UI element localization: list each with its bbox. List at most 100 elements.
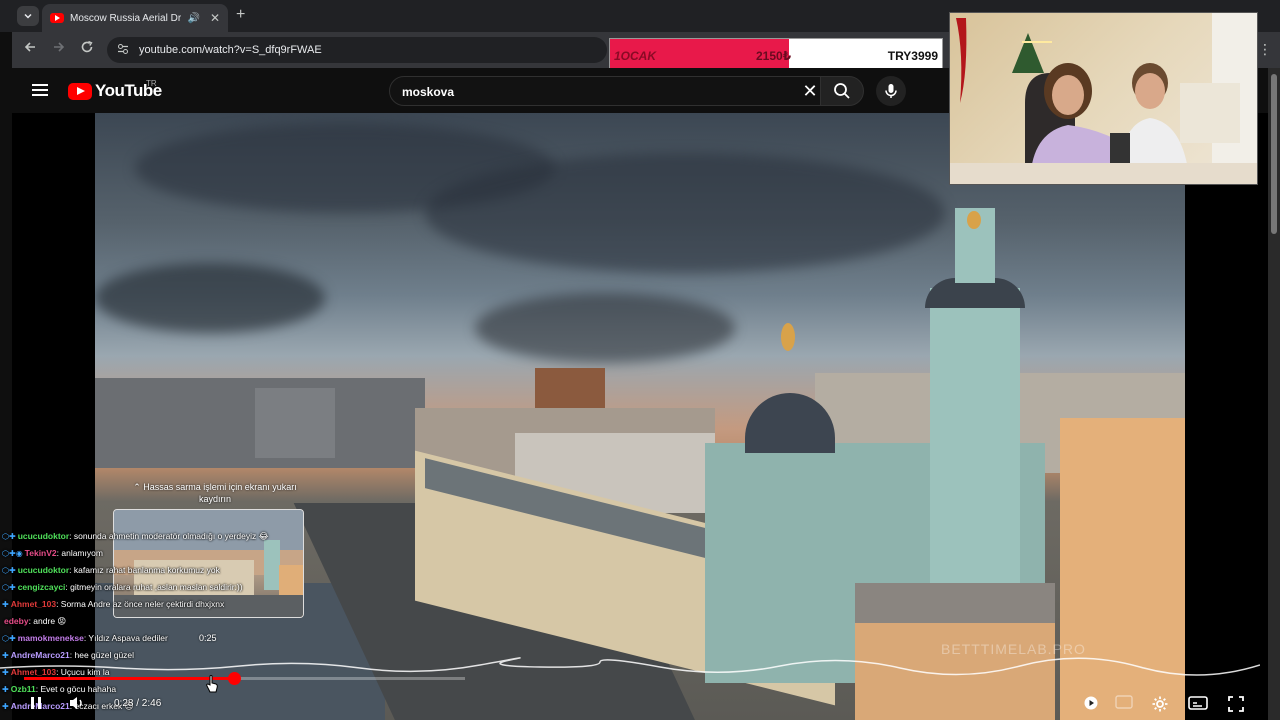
theater-icon <box>1188 696 1208 710</box>
site-info-icon[interactable] <box>117 43 129 58</box>
back-button[interactable] <box>20 40 40 57</box>
chat-text: : andre 😡 <box>28 616 67 626</box>
progress-played <box>24 677 235 680</box>
forward-button[interactable] <box>49 40 69 57</box>
search-query: moskova <box>402 85 455 99</box>
chat-username[interactable]: Ozb11 <box>11 684 36 694</box>
progress-bar[interactable] <box>24 677 465 680</box>
chat-message: ⬡✚ cengizcayci: gitmeyin oralara ruhat ,a… <box>2 582 243 592</box>
chat-badge-icon: ⬡✚ <box>2 532 16 541</box>
cloud-shape <box>475 293 735 363</box>
address-bar[interactable]: youtube.com/watch?v=S_dfq9rFWAE <box>107 37 607 63</box>
search-button[interactable] <box>820 76 864 106</box>
browser-menu-icon[interactable]: ⋮ <box>1258 41 1272 58</box>
webcam-scene <box>950 13 1257 184</box>
golden-cupola <box>967 211 981 229</box>
chat-username[interactable]: ucucudoktor <box>18 531 69 541</box>
speaker-icon[interactable]: 🔊 <box>187 13 199 24</box>
chat-username[interactable]: mamokmenekse <box>18 633 84 643</box>
search-icon <box>834 83 850 99</box>
donation-current-amount: 2150₺ <box>756 49 792 63</box>
chat-username[interactable]: Ahmet_103 <box>11 599 56 609</box>
time-display: 0:28 / 2:46 <box>114 698 162 709</box>
audio-waveform <box>0 657 1260 676</box>
video-frame: BETTTIMELAB.PRO <box>95 113 1185 720</box>
chevron-up-icon: ⌃ <box>133 482 144 492</box>
corner-roof <box>855 583 1055 623</box>
chat-badge-icon: ⬡✚ <box>2 566 16 575</box>
settings-button[interactable] <box>1151 695 1169 718</box>
donation-goal-label: 1OCAK <box>614 49 657 63</box>
browser-tab-active[interactable]: Moscow Russia Aerial Drone 🔊 ✕ <box>42 4 228 32</box>
fullscreen-button[interactable] <box>1227 695 1245 718</box>
chevron-down-icon <box>24 13 32 19</box>
url-text: youtube.com/watch?v=S_dfq9rFWAE <box>139 44 322 56</box>
chat-username[interactable]: edeby <box>4 616 29 626</box>
tab-close-icon[interactable]: ✕ <box>210 11 220 25</box>
youtube-favicon-icon <box>50 13 64 23</box>
chat-message: edeby: andre 😡 <box>2 616 66 627</box>
chat-text: : kafamız rahat banlanma korkumuz yok <box>69 565 220 575</box>
mic-icon <box>885 84 897 98</box>
search-input[interactable]: moskova ✕ <box>389 76 823 106</box>
volume-icon <box>70 697 82 709</box>
new-tab-button[interactable]: + <box>236 6 245 24</box>
chat-message: ✚ Ahmet_103: Sorma Andre az önce neler çe… <box>2 599 224 609</box>
golden-cupola <box>781 323 795 351</box>
pause-button[interactable] <box>29 695 43 716</box>
chat-message: ✚ Ozb11: Evet o göcu hahaha <box>2 684 116 694</box>
chat-text: : Evet o göcu hahaha <box>35 684 117 694</box>
cloud-shape <box>95 263 325 333</box>
play-icon <box>1084 696 1098 710</box>
preview-hint-text: Hassas sarma işlemi için ekranı yukarı k… <box>143 482 297 504</box>
chat-badge-icon: ✚ <box>2 600 9 609</box>
donation-goal-bar: 1OCAK 2150₺ TRY3999 <box>609 38 943 72</box>
theater-button[interactable] <box>1188 695 1208 716</box>
clear-search-icon[interactable]: ✕ <box>798 81 822 102</box>
subtitles-button[interactable] <box>1115 695 1133 714</box>
chat-message: ⬡✚◉ TekinV2: anlamıyom <box>2 548 103 558</box>
arrow-left-icon <box>24 42 35 52</box>
arrow-right-icon <box>54 42 65 52</box>
chat-badge-icon: ✚ <box>2 685 9 694</box>
volume-button[interactable] <box>68 695 86 716</box>
chat-text: : Sorma Andre az önce neler çektirdi dhx… <box>56 599 225 609</box>
chat-text: : sonunda ahmetin moderatör olmadığı o y… <box>69 531 269 541</box>
chat-text: : gitmeyin oralara ruhat ,aslan maslan s… <box>65 582 243 592</box>
chat-username[interactable]: ucucudoktor <box>18 565 69 575</box>
chat-badge-icon: ⬡✚◉ <box>2 549 23 558</box>
page-scrollbar[interactable] <box>1268 68 1280 720</box>
chat-text: : anlamıyom <box>56 548 103 558</box>
chat-message: ⬡✚ ucucudoktor: kafamız rahat banlanma ko… <box>2 565 220 575</box>
pause-icon <box>31 697 41 709</box>
chat-message: ⬡✚ ucucudoktor: sonunda ahmetin moderatör… <box>2 531 269 542</box>
reload-button[interactable] <box>77 40 97 57</box>
region-code: TR <box>146 79 157 88</box>
chat-badge-icon: ⬡✚ <box>2 583 16 592</box>
chat-text: : Yıldız Aspava dediler <box>83 633 168 643</box>
bell-tower <box>930 288 1020 608</box>
gear-icon <box>1152 696 1168 712</box>
menu-icon[interactable] <box>32 84 48 96</box>
mouse-cursor <box>205 674 219 699</box>
chat-message: ⬡✚ mamokmenekse: Yıldız Aspava dediler <box>2 633 168 643</box>
cloud-shape <box>425 153 945 273</box>
distant-building <box>255 388 335 458</box>
hover-timestamp: 0:25 <box>199 633 217 643</box>
chat-username[interactable]: cengizcayci <box>18 582 66 592</box>
reload-icon <box>81 40 93 53</box>
tab-list-button[interactable] <box>17 6 39 26</box>
scrollbar-thumb[interactable] <box>1271 74 1277 234</box>
streamer-webcam <box>949 12 1258 185</box>
chat-badge-icon: ⬡✚ <box>2 634 16 643</box>
autoplay-toggle[interactable] <box>1083 695 1099 716</box>
voice-search-button[interactable] <box>876 76 906 106</box>
chat-username[interactable]: TekinV2 <box>25 548 57 558</box>
tab-title: Moscow Russia Aerial Drone <box>70 12 182 24</box>
chat-badge-icon: ✚ <box>2 702 9 711</box>
youtube-play-logo-icon <box>68 82 92 100</box>
donation-target-label: TRY3999 <box>887 49 938 63</box>
fullscreen-icon <box>1228 696 1244 712</box>
preview-hint: ⌃ Hassas sarma işlemi için ekranı yukarı… <box>120 481 310 505</box>
video-player[interactable]: BETTTIMELAB.PRO <box>12 113 1268 720</box>
